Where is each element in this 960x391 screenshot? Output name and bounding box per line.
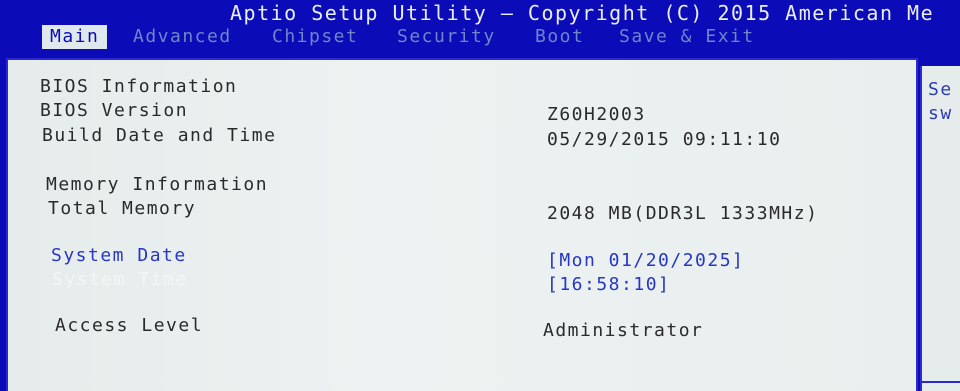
tab-security[interactable]: Security [397,25,496,49]
system-time-label[interactable]: System Time [52,269,188,290]
tab-main[interactable]: Main [42,25,108,49]
build-date-value: 05/29/2015 09:11:10 [547,129,782,150]
access-level-value: Administrator [543,320,704,341]
bios-version-value: Z60H2003 [547,104,646,125]
help-panel: Se sw [920,66,960,391]
tab-boot[interactable]: Boot [535,25,584,49]
help-text: Se sw [928,79,953,124]
memory-information-header: Memory Information [46,174,269,195]
tab-chipset[interactable]: Chipset [272,25,358,49]
help-divider [922,381,960,383]
tab-save-exit[interactable]: Save & Exit [619,25,755,49]
access-level-label: Access Level [55,315,204,336]
bios-information-header: BIOS Information [40,76,238,97]
total-memory-label: Total Memory [48,198,197,219]
title-bar: Aptio Setup Utility – Copyright (C) 2015… [0,0,960,27]
tab-advanced[interactable]: Advanced [133,25,232,49]
system-time-value[interactable]: [16:58:10] [547,274,670,295]
tab-bar: Main Advanced Chipset Security Boot Save… [0,25,960,49]
system-date-label[interactable]: System Date [51,245,187,266]
total-memory-value: 2048 MB(DDR3L 1333MHz) [547,203,819,224]
build-date-label: Build Date and Time [42,125,277,146]
app-title: Aptio Setup Utility – Copyright (C) 2015… [230,1,935,25]
system-date-value[interactable]: [Mon 01/20/2025] [547,250,744,271]
bios-version-label: BIOS Version [40,100,189,121]
